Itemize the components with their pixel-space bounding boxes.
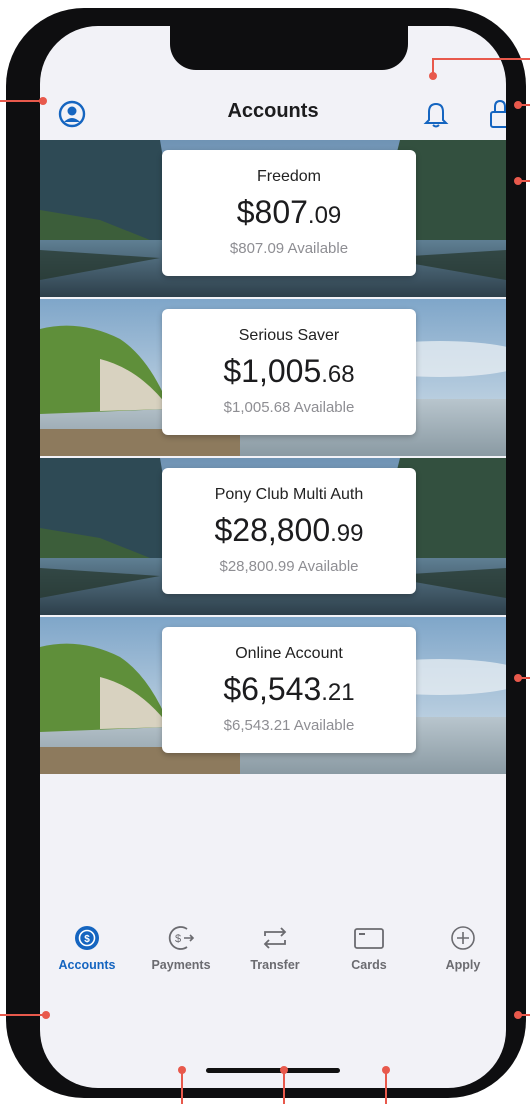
tab-label: Payments [151,958,211,972]
tab-label: Accounts [58,958,116,972]
callout-line [385,1070,387,1104]
account-card[interactable]: Online Account $6,543.21 $6,543.21 Avail… [162,627,416,753]
account-item-serious-saver[interactable]: Serious Saver $1,005.68 $1,005.68 Availa… [40,299,506,456]
tab-label: Transfer [250,958,300,972]
cards-icon [354,928,384,949]
tab-label: Cards [351,958,387,972]
payments-icon: $ [168,926,195,950]
balance-cents: .68 [321,361,355,388]
balance-cents: .21 [321,679,355,706]
home-indicator [206,1068,340,1073]
callout-line [0,1014,44,1016]
svg-text:$: $ [84,934,90,945]
tab-payments[interactable]: $ Payments [136,924,226,972]
callout-dot [429,72,437,80]
account-balance: $1,005.68 [162,353,416,393]
callout-dot [280,1066,288,1074]
account-item-pony-club-multi-auth[interactable]: Pony Club Multi Auth $28,800.99 $28,800.… [40,458,506,615]
account-balance: $6,543.21 [162,671,416,711]
account-name: Online Account [235,645,343,662]
accounts-icon: $ [75,926,99,950]
lock-icon[interactable] [488,98,506,130]
callout-dot [39,97,47,105]
callout-dot [178,1066,186,1074]
app-screen: Accounts Freedom $807.09 $807.09 Availab… [40,26,506,1088]
account-balance: $807.09 [162,194,416,234]
balance-dollars: $1,005 [223,353,322,389]
callout-dot [514,674,522,682]
accounts-list: Freedom $807.09 $807.09 Available Seriou… [40,140,506,776]
account-name: Pony Club Multi Auth [214,486,364,503]
notch [170,26,408,70]
balance-dollars: $807 [236,194,308,230]
balance-dollars: $6,543 [223,671,322,707]
callout-line [283,1070,285,1104]
account-balance: $28,800.99 [162,512,416,552]
account-card[interactable]: Serious Saver $1,005.68 $1,005.68 Availa… [162,309,416,435]
account-item-online-account[interactable]: Online Account $6,543.21 $6,543.21 Avail… [40,617,506,774]
callout-dot [514,1011,522,1019]
callout-dot [514,177,522,185]
available-balance: $1,005.68 Available [223,399,355,416]
available-balance: $807.09 Available [229,240,349,257]
tab-label: Apply [445,958,481,972]
account-card[interactable]: Freedom $807.09 $807.09 Available [162,150,416,276]
balance-cents: .09 [307,202,342,229]
phone-frame: Accounts Freedom $807.09 $807.09 Availab… [6,8,526,1098]
callout-line [181,1070,183,1104]
available-balance: $6,543.21 Available [223,717,355,734]
apply-icon [451,926,475,950]
tab-accounts[interactable]: $ Accounts [42,924,132,972]
account-card[interactable]: Pony Club Multi Auth $28,800.99 $28,800.… [162,468,416,594]
callout-dot [514,101,522,109]
tab-apply[interactable]: Apply [418,924,506,972]
transfer-icon [263,927,287,949]
account-name: Serious Saver [238,327,340,344]
callout-dot [382,1066,390,1074]
bell-icon[interactable] [422,99,450,129]
available-balance: $28,800.99 Available [219,558,359,575]
account-item-freedom[interactable]: Freedom $807.09 $807.09 Available [40,140,506,297]
balance-cents: .99 [330,520,364,547]
tab-cards[interactable]: Cards [324,924,414,972]
app-header: Accounts [40,86,506,138]
balance-dollars: $28,800 [214,512,331,548]
bottom-tab-bar: $ Accounts $ Payments Transfer Cards App… [40,924,506,994]
account-name: Freedom [256,168,322,185]
tab-transfer[interactable]: Transfer [230,924,320,972]
callout-line [432,58,530,60]
callout-line [0,100,40,102]
svg-text:$: $ [175,933,181,945]
callout-dot [42,1011,50,1019]
